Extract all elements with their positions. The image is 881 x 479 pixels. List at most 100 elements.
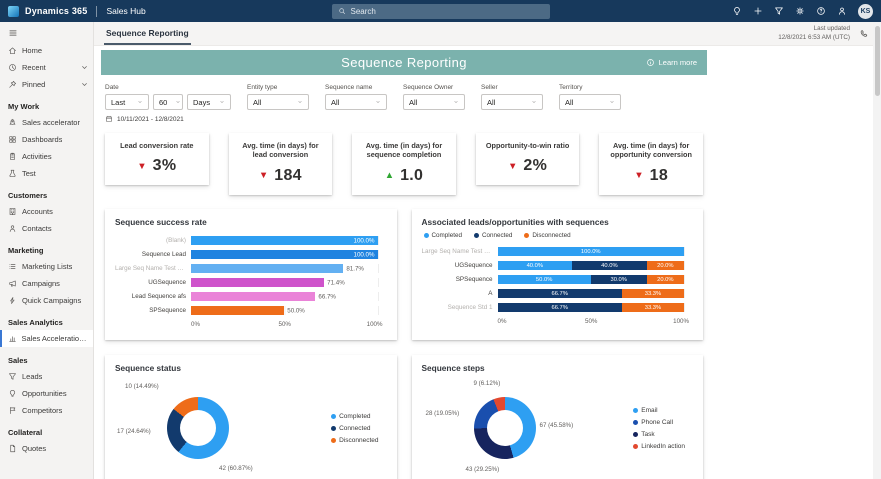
date-60-dropdown[interactable]: 60 (153, 94, 183, 110)
legend-item-completed[interactable]: Completed (331, 413, 378, 420)
segment-connected[interactable]: 40.0% (572, 261, 647, 270)
legend-dot (633, 444, 638, 449)
segment-disconnected[interactable]: 20.0% (647, 261, 684, 270)
donut-chart[interactable] (474, 397, 536, 459)
segment-disconnected[interactable]: 33.3% (622, 303, 684, 312)
info-icon (646, 58, 655, 67)
sidebar-item-sales-accelerator[interactable]: Sales accelerator (0, 114, 93, 131)
segment-connected[interactable]: 66.7% (498, 303, 622, 312)
bar-ugsequence[interactable] (191, 278, 324, 287)
legend-item-connected[interactable]: Connected (331, 425, 378, 432)
bar-spsequence[interactable] (191, 306, 284, 315)
search-input[interactable]: Search (332, 4, 550, 19)
legend-item-email[interactable]: Email (633, 407, 685, 414)
sidebar-item-competitors[interactable]: Competitors (0, 402, 93, 419)
gear-button[interactable] (795, 6, 805, 16)
segment-disconnected[interactable]: 20.0% (647, 275, 684, 284)
dropdown-sequence-name[interactable]: All (325, 94, 387, 110)
legend-item-disconnected[interactable]: Disconnected (331, 437, 378, 444)
legend-item-completed[interactable]: Completed (424, 232, 462, 239)
kpi-card-opportunity-to-win-ratio: Opportunity-to-win ratio▼2% (476, 133, 580, 185)
learn-more-link[interactable]: Learn more (646, 58, 697, 67)
sidebar-item-leads[interactable]: Leads (0, 368, 93, 385)
brand-title[interactable]: Dynamics 365 (25, 6, 87, 16)
legend-item-linkedin-action[interactable]: LinkedIn action (633, 443, 685, 450)
sidebar-item-dashboards[interactable]: Dashboards (0, 131, 93, 148)
dropdown-sequence-owner[interactable]: All (403, 94, 465, 110)
bar-sequence-lead[interactable]: 100.0% (191, 250, 378, 259)
sidebar-item-sales-acceleration[interactable]: Sales Acceleration… (0, 330, 93, 347)
chart-title: Sequence status (115, 363, 387, 373)
donut-chart[interactable] (167, 397, 229, 459)
slice-callout-email: 67 (45.58%) (540, 422, 574, 429)
scrollbar-thumb[interactable] (875, 26, 880, 96)
sidebar-item-activities[interactable]: Activities (0, 148, 93, 165)
segment-completed[interactable]: 50.0% (498, 275, 591, 284)
bar-lead-sequence-afs[interactable] (191, 292, 315, 301)
filter-sequence-owner: Sequence OwnerAll (403, 84, 465, 110)
date-days-dropdown[interactable]: Days (187, 94, 231, 110)
sidebar-item-contacts[interactable]: Contacts (0, 220, 93, 237)
bar-blank[interactable]: 100.0% (191, 236, 378, 245)
lightbulb-button[interactable] (732, 6, 742, 16)
person-button[interactable] (837, 6, 847, 16)
sidebar-nav: HomeRecentPinnedMy WorkSales accelerator… (0, 22, 94, 479)
sidebar-item-pinned[interactable]: Pinned (0, 76, 93, 93)
tab-sequence-reporting[interactable]: Sequence Reporting (104, 22, 191, 45)
filter-label: Date (105, 84, 231, 91)
avatar[interactable]: KS (858, 4, 873, 19)
sidebar-item-quotes[interactable]: Quotes (0, 440, 93, 457)
clipboard-icon (8, 152, 17, 161)
dropdown-territory[interactable]: All (559, 94, 621, 110)
kpi-card-avg-time-in-days-for-lead-conversion: Avg. time (in days) for lead conversion▼… (229, 133, 333, 195)
kpi-value: 3% (153, 157, 177, 175)
segment-completed[interactable]: 100.0% (498, 247, 685, 256)
category-label: Large Seq Name Test 0... (422, 248, 498, 255)
bar-track: 81.7% (191, 264, 379, 273)
help-button[interactable] (816, 6, 826, 16)
segment-completed[interactable]: 40.0% (498, 261, 573, 270)
kpi-value: 2% (523, 157, 547, 175)
dropdown-value: All (253, 98, 261, 107)
sidebar-item-test[interactable]: Test (0, 165, 93, 182)
plus-button[interactable] (753, 6, 763, 16)
sidebar-item-label: Activities (22, 152, 52, 161)
sidebar-item-home[interactable]: Home (0, 42, 93, 59)
sidebar-group-label: Collateral (0, 419, 93, 440)
bar-large-seq-name-test-000000[interactable] (191, 264, 343, 273)
sidebar-item-marketing-lists[interactable]: Marketing Lists (0, 258, 93, 275)
phone-icon[interactable] (859, 29, 868, 38)
vertical-scrollbar[interactable] (873, 22, 881, 479)
bar-track: 71.4% (191, 278, 379, 287)
dropdown-entity-type[interactable]: All (247, 94, 309, 110)
legend-item-phone-call[interactable]: Phone Call (633, 419, 685, 426)
sidebar-item-accounts[interactable]: Accounts (0, 203, 93, 220)
legend-item-disconnected[interactable]: Disconnected (524, 232, 570, 239)
calendar-icon (105, 115, 113, 123)
tab-label: Sequence Reporting (106, 28, 189, 38)
legend-item-task[interactable]: Task (633, 431, 685, 438)
legend-item-connected[interactable]: Connected (474, 232, 512, 239)
search-icon (338, 7, 346, 15)
sidebar-item-campaigns[interactable]: Campaigns (0, 275, 93, 292)
filter-button[interactable] (774, 6, 784, 16)
sidebar-item-recent[interactable]: Recent (0, 59, 93, 76)
date-last-dropdown[interactable]: Last (105, 94, 149, 110)
segment-value-label: 20.0% (657, 277, 673, 283)
kpi-value: 184 (274, 167, 302, 185)
x-tick: 0% (498, 318, 507, 325)
dynamics-365-logo[interactable] (8, 6, 19, 17)
dropdown-seller[interactable]: All (481, 94, 543, 110)
chart-legend: Completed Connected Disconnected (424, 232, 694, 239)
sidebar-item-opportunities[interactable]: Opportunities (0, 385, 93, 402)
kpi-card-avg-time-in-days-for-sequence-completion: Avg. time (in days) for sequence complet… (352, 133, 456, 195)
sidebar-item-label: Leads (22, 372, 42, 381)
sidebar-group-label: Sales Analytics (0, 309, 93, 330)
building-icon (8, 207, 17, 216)
sidebar-collapse-button[interactable] (0, 24, 93, 42)
app-name[interactable]: Sales Hub (106, 6, 145, 16)
segment-disconnected[interactable]: 33.3% (622, 289, 684, 298)
segment-connected[interactable]: 66.7% (498, 289, 622, 298)
sidebar-item-quick-campaigns[interactable]: Quick Campaigns (0, 292, 93, 309)
segment-connected[interactable]: 30.0% (591, 275, 647, 284)
